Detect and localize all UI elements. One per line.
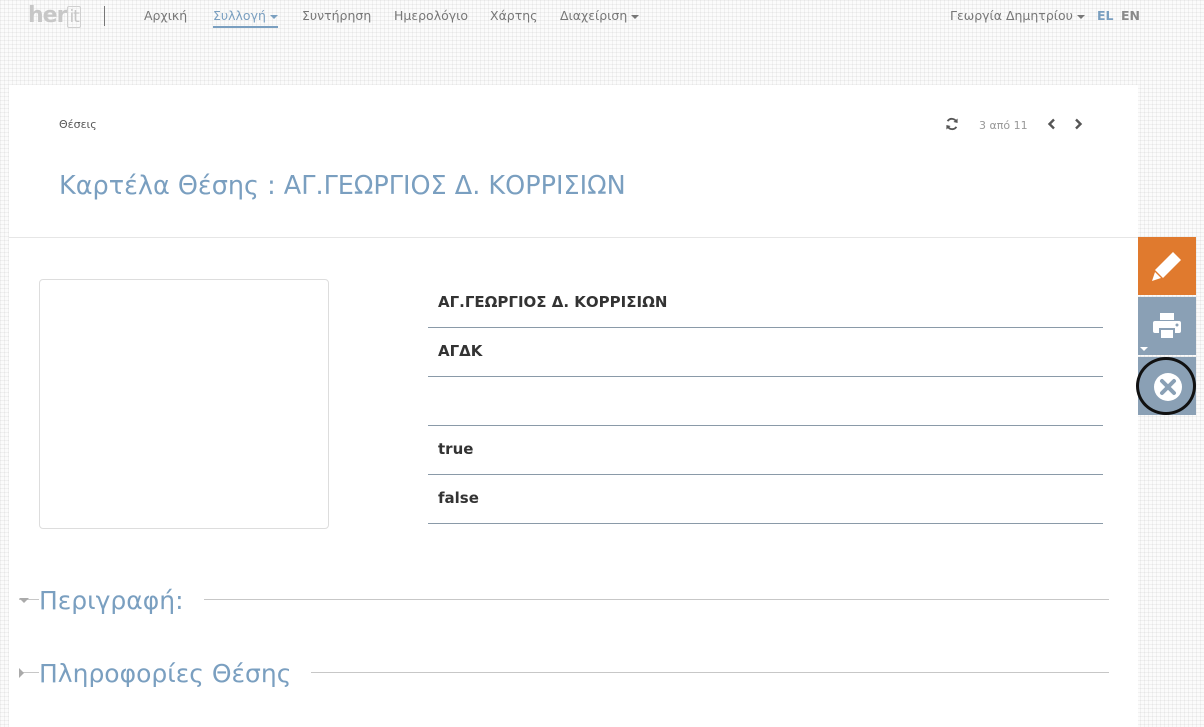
pencil-icon — [1152, 252, 1181, 281]
field-value: false — [438, 489, 479, 507]
chevron-down-icon — [631, 14, 640, 19]
section-place-info[interactable]: Πληροφορίες Θέσης — [19, 653, 1109, 693]
close-circle-icon — [1154, 373, 1182, 401]
chevron-down-icon — [1140, 347, 1148, 351]
user-name: Γεωργία Δημητρίου — [950, 8, 1073, 23]
nav-item-collection[interactable]: Συλλογή — [213, 8, 278, 28]
nav-item-label: Διαχείριση — [560, 8, 628, 23]
refresh-icon[interactable] — [945, 117, 959, 131]
chevron-down-icon — [269, 14, 278, 19]
close-button[interactable] — [1138, 357, 1196, 415]
chevron-left-icon[interactable] — [1046, 118, 1058, 130]
field-value: ΑΓΔΚ — [438, 342, 483, 360]
nav-item-label: Αρχική — [144, 8, 188, 23]
chevron-down-icon — [1076, 14, 1085, 19]
nav-item-label: Χάρτης — [490, 8, 538, 23]
header-divider — [9, 237, 1138, 238]
chevron-right-icon[interactable] — [1072, 118, 1084, 130]
field-row-false: false — [428, 475, 1103, 524]
image-placeholder[interactable] — [39, 279, 329, 529]
user-menu[interactable]: Γεωργία Δημητρίου — [950, 8, 1085, 24]
field-value: ΑΓ.ΓΕΩΡΓΙΟΣ Δ. ΚΟΡΡΙΣΙΩΝ — [438, 293, 668, 311]
print-button[interactable] — [1138, 297, 1196, 355]
field-row-code: ΑΓΔΚ — [428, 328, 1103, 377]
field-row-name: ΑΓ.ΓΕΩΡΓΙΟΣ Δ. ΚΟΡΡΙΣΙΩΝ — [428, 279, 1103, 328]
nav-item-administration[interactable]: Διαχείριση — [560, 8, 640, 24]
breadcrumb[interactable]: Θέσεις — [59, 118, 97, 131]
section-description[interactable]: Περιγραφή: — [19, 580, 1109, 620]
nav-item-map[interactable]: Χάρτης — [490, 8, 538, 24]
logo-separator — [104, 6, 105, 26]
pager-text: 3 από 11 — [979, 119, 1028, 132]
field-row-true: true — [428, 426, 1103, 475]
field-row-empty — [428, 377, 1103, 426]
nav-item-home[interactable]: Αρχική — [144, 8, 187, 24]
print-icon — [1153, 313, 1181, 340]
logo-suffix: it — [67, 6, 81, 28]
logo-text: her — [28, 3, 67, 28]
lang-en-button[interactable]: EN — [1121, 8, 1140, 24]
top-navbar: her it Αρχική Συλλογή Συντήρηση Ημερολόγι… — [0, 0, 1204, 32]
app-logo[interactable]: her it — [28, 4, 81, 29]
field-value: true — [438, 440, 474, 458]
edit-button[interactable] — [1138, 237, 1196, 295]
page-title: Καρτέλα Θέσης : ΑΓ.ΓΕΩΡΓΙΟΣ Δ. ΚΟΡΡΙΣΙΩΝ — [59, 171, 626, 201]
nav-item-label: Ημερολόγιο — [394, 8, 469, 23]
nav-item-maintenance[interactable]: Συντήρηση — [302, 8, 371, 24]
nav-item-label: Συντήρηση — [302, 8, 372, 23]
record-card: Θέσεις 3 από 11 Καρτέλα Θέσης : ΑΓ.ΓΕΩΡΓ… — [9, 85, 1138, 727]
nav-item-calendar[interactable]: Ημερολόγιο — [394, 8, 468, 24]
caret-right-icon — [19, 668, 24, 678]
section-title: Περιγραφή: — [39, 586, 204, 615]
lang-el-button[interactable]: EL — [1097, 8, 1114, 24]
nav-item-label: Συλλογή — [213, 8, 266, 23]
caret-down-icon — [19, 598, 29, 603]
section-title: Πληροφορίες Θέσης — [39, 659, 312, 688]
